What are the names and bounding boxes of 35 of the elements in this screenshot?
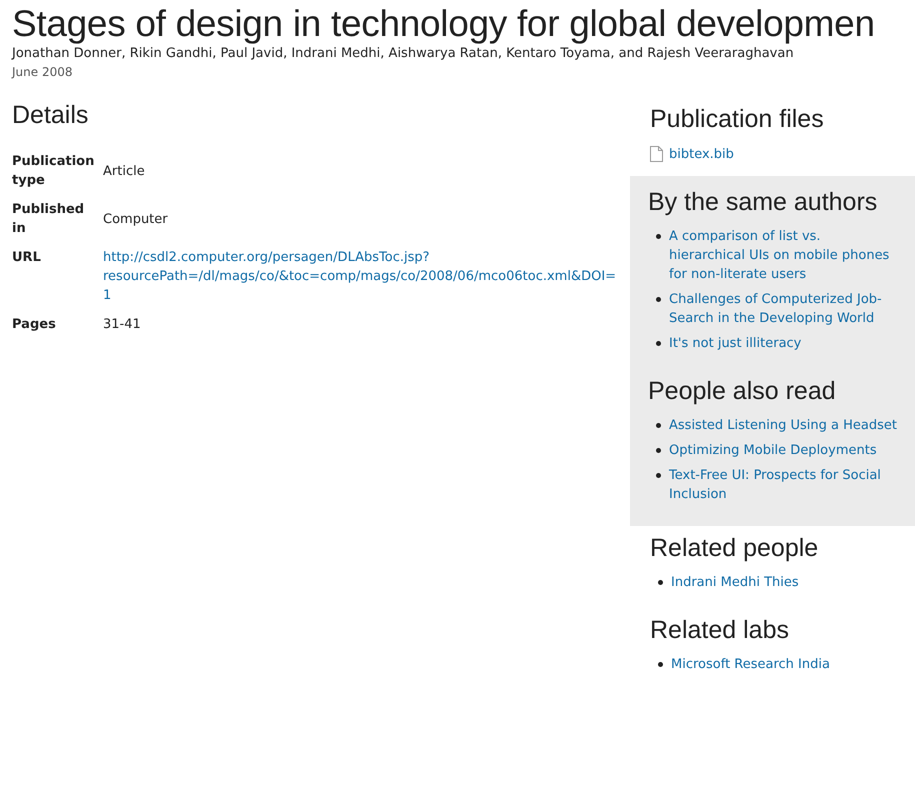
section-heading: Related people xyxy=(650,534,818,563)
related-link[interactable]: A comparison of list vs. hierarchical UIs on mobile phones for non-literate users xyxy=(669,227,897,284)
section-heading: People also read xyxy=(648,377,836,406)
url-link[interactable]: http://csdl2.computer.org/persagen/DLAbsToc.jsp?resourcePath=/dl/mags/co/&toc=comp/mags/co/2008/06/mco06toc.xml&DOI=1 xyxy=(103,248,618,305)
related-link[interactable]: Indrani Medhi Thies xyxy=(671,573,799,592)
bullet-icon xyxy=(658,580,663,585)
section-heading: By the same authors xyxy=(648,188,878,217)
related-link[interactable]: Text-Free UI: Prospects for Social Inclusion xyxy=(669,466,897,504)
related-link[interactable]: Microsoft Research India xyxy=(671,655,830,674)
author-list: Jonathan Donner, Rikin Gandhi, Paul Javid, Indrani Medhi, Aishwarya Ratan, Kentaro Toyama, and Rajesh Veeraraghavan xyxy=(12,46,794,61)
field-label: Published in xyxy=(12,201,86,238)
publication-date: June 2008 xyxy=(12,65,74,79)
section-heading: Details xyxy=(12,101,88,130)
bullet-icon xyxy=(656,297,661,302)
related-link[interactable]: Optimizing Mobile Deployments xyxy=(669,441,877,460)
related-link[interactable]: Assisted Listening Using a Headset xyxy=(669,416,897,435)
file-link[interactable]: bibtex.bib xyxy=(669,146,734,162)
field-value: Article xyxy=(103,164,145,178)
field-label: Pages xyxy=(12,316,57,334)
section-heading: Related labs xyxy=(650,616,789,645)
related-link[interactable]: Challenges of Computerized Job-Search in the Developing World xyxy=(669,290,897,328)
field-label: Publication type xyxy=(12,148,103,196)
bullet-icon xyxy=(656,341,661,346)
section-heading: Publication files xyxy=(650,105,824,134)
field-label: URL xyxy=(12,249,42,267)
bullet-icon xyxy=(656,448,661,453)
file-icon xyxy=(650,146,663,162)
bullet-icon xyxy=(656,423,661,428)
field-value: 31-41 xyxy=(103,317,141,332)
page-title: Stages of design in technology for global developmen xyxy=(12,2,875,46)
field-value: Computer xyxy=(103,212,168,226)
related-link[interactable]: It's not just illiteracy xyxy=(669,334,802,353)
bullet-icon xyxy=(656,473,661,478)
bullet-icon xyxy=(658,662,663,667)
bullet-icon xyxy=(656,234,661,239)
